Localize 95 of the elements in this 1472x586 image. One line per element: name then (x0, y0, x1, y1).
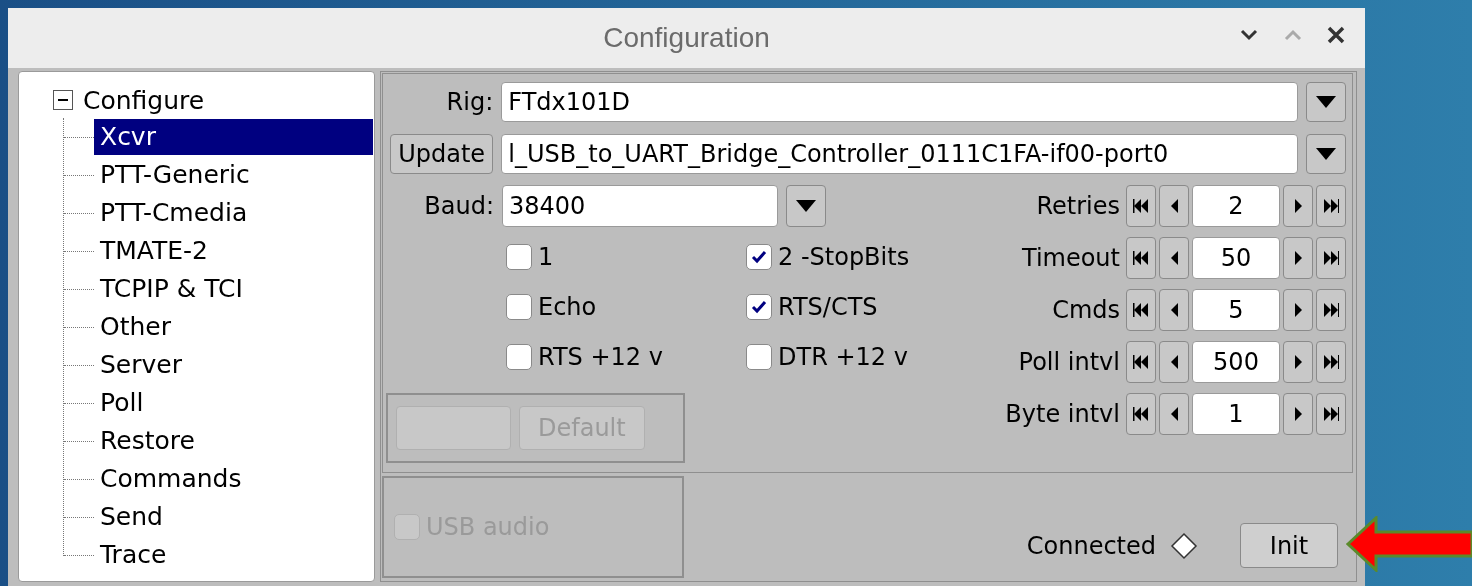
tree-item[interactable]: Other (94, 309, 373, 345)
fast-increase-button[interactable] (1316, 393, 1346, 435)
left-arrow-icon (1169, 250, 1179, 266)
tree-item[interactable]: Poll (94, 385, 373, 421)
double-left-arrow-icon (1133, 198, 1149, 214)
decrease-button[interactable] (1159, 393, 1189, 435)
dropdown-arrow-icon (1315, 95, 1337, 109)
checkbox[interactable] (746, 294, 772, 320)
checkbox[interactable] (746, 344, 772, 370)
checkbox[interactable] (506, 344, 532, 370)
tree-item[interactable]: Restore (94, 423, 373, 459)
dropdown-button[interactable] (1306, 134, 1346, 174)
fast-increase-button[interactable] (1316, 341, 1346, 383)
init-button[interactable]: Init (1240, 523, 1338, 568)
text-field[interactable]: FTdx101D (501, 82, 1298, 122)
fast-decrease-button[interactable] (1126, 185, 1156, 227)
decrease-button[interactable] (1159, 237, 1189, 279)
number-field[interactable]: 50 (1192, 237, 1280, 279)
double-left-arrow-icon (1133, 250, 1149, 266)
fast-decrease-button[interactable] (1126, 289, 1156, 331)
minimize-icon[interactable] (1239, 28, 1259, 42)
spinner-label: Byte intvl (1005, 399, 1120, 430)
tree-item[interactable]: Commands (94, 461, 373, 497)
window-title: Configuration (603, 21, 770, 55)
increase-button[interactable] (1283, 237, 1313, 279)
spinner-label: Poll intvl (1018, 347, 1120, 378)
tree-item[interactable]: Trace (94, 537, 373, 573)
decrease-button[interactable] (1159, 289, 1189, 331)
double-right-arrow-icon (1323, 198, 1339, 214)
number-field[interactable]: 500 (1192, 341, 1280, 383)
spinner-label: Cmds (1052, 295, 1120, 326)
double-right-arrow-icon (1323, 354, 1339, 370)
decrease-button[interactable] (1159, 341, 1189, 383)
dropdown-arrow-icon (795, 199, 817, 213)
checkbox-label: RTS/CTS (778, 292, 878, 323)
double-right-arrow-icon (1323, 250, 1339, 266)
number-field[interactable]: 5 (1192, 289, 1280, 331)
spinner-label: Retries (1036, 191, 1120, 222)
checkbox-label: DTR +12 v (778, 342, 908, 373)
double-right-arrow-icon (1323, 302, 1339, 318)
increase-button[interactable] (1283, 185, 1313, 227)
update-button[interactable]: Update (390, 134, 494, 174)
baud-label: Baud: (423, 191, 494, 222)
increase-button[interactable] (1283, 393, 1313, 435)
tree-item[interactable]: Send (94, 499, 373, 535)
checkmark-icon (751, 300, 767, 314)
right-arrow-icon (1293, 198, 1303, 214)
double-left-arrow-icon (1133, 354, 1149, 370)
dropdown-arrow-icon (1315, 147, 1337, 161)
decrease-button[interactable] (1159, 185, 1189, 227)
right-arrow-icon (1293, 302, 1303, 318)
number-field[interactable]: 1 (1192, 393, 1280, 435)
right-arrow-icon (1293, 354, 1303, 370)
checkbox-label: RTS +12 v (538, 342, 663, 373)
fast-decrease-button[interactable] (1126, 237, 1156, 279)
fast-decrease-button[interactable] (1126, 341, 1156, 383)
tree-item[interactable]: PTT-Generic (94, 157, 373, 193)
checkbox[interactable] (506, 294, 532, 320)
double-right-arrow-icon (1323, 406, 1339, 422)
tree-item[interactable]: TMATE-2 (94, 233, 373, 269)
tree-item[interactable]: Server (94, 347, 373, 383)
left-arrow-icon (1169, 406, 1179, 422)
tree-item[interactable]: Xcvr (94, 119, 373, 155)
dropdown-button[interactable] (1306, 82, 1346, 122)
fast-decrease-button[interactable] (1126, 393, 1156, 435)
number-field[interactable]: 2 (1192, 185, 1280, 227)
text-field[interactable]: 38400 (502, 185, 778, 227)
right-arrow-icon (1293, 406, 1303, 422)
checkbox-label: Echo (538, 292, 597, 323)
left-arrow-icon (1169, 198, 1179, 214)
rig-label: Rig: (445, 87, 494, 118)
checkbox[interactable] (506, 244, 532, 270)
checkmark-icon (751, 250, 767, 264)
text-field[interactable]: l_USB_to_UART_Bridge_Controller_0111C1FA-if00-port0 (501, 134, 1298, 174)
tree-item[interactable]: TCPIP & TCI (94, 271, 373, 307)
increase-button[interactable] (1283, 341, 1313, 383)
increase-button[interactable] (1283, 289, 1313, 331)
spinner-label: Timeout (1021, 243, 1120, 274)
collapse-icon[interactable] (53, 90, 73, 110)
right-arrow-icon (1293, 250, 1303, 266)
checkbox-label: 1 (538, 242, 554, 273)
fast-increase-button[interactable] (1316, 237, 1346, 279)
close-icon[interactable] (1327, 26, 1345, 44)
tree-item[interactable]: PTT-Cmedia (94, 195, 373, 231)
checkbox-label: 2 -StopBits (778, 242, 910, 273)
checkbox[interactable] (746, 244, 772, 270)
left-arrow-icon (1169, 302, 1179, 318)
left-arrow-icon (1169, 354, 1179, 370)
fast-increase-button[interactable] (1316, 185, 1346, 227)
status-label: Connected (1026, 530, 1156, 562)
double-left-arrow-icon (1133, 406, 1149, 422)
tree-item[interactable]: Configure (83, 87, 205, 113)
dropdown-button[interactable] (786, 185, 826, 227)
double-left-arrow-icon (1133, 302, 1149, 318)
fast-increase-button[interactable] (1316, 289, 1346, 331)
